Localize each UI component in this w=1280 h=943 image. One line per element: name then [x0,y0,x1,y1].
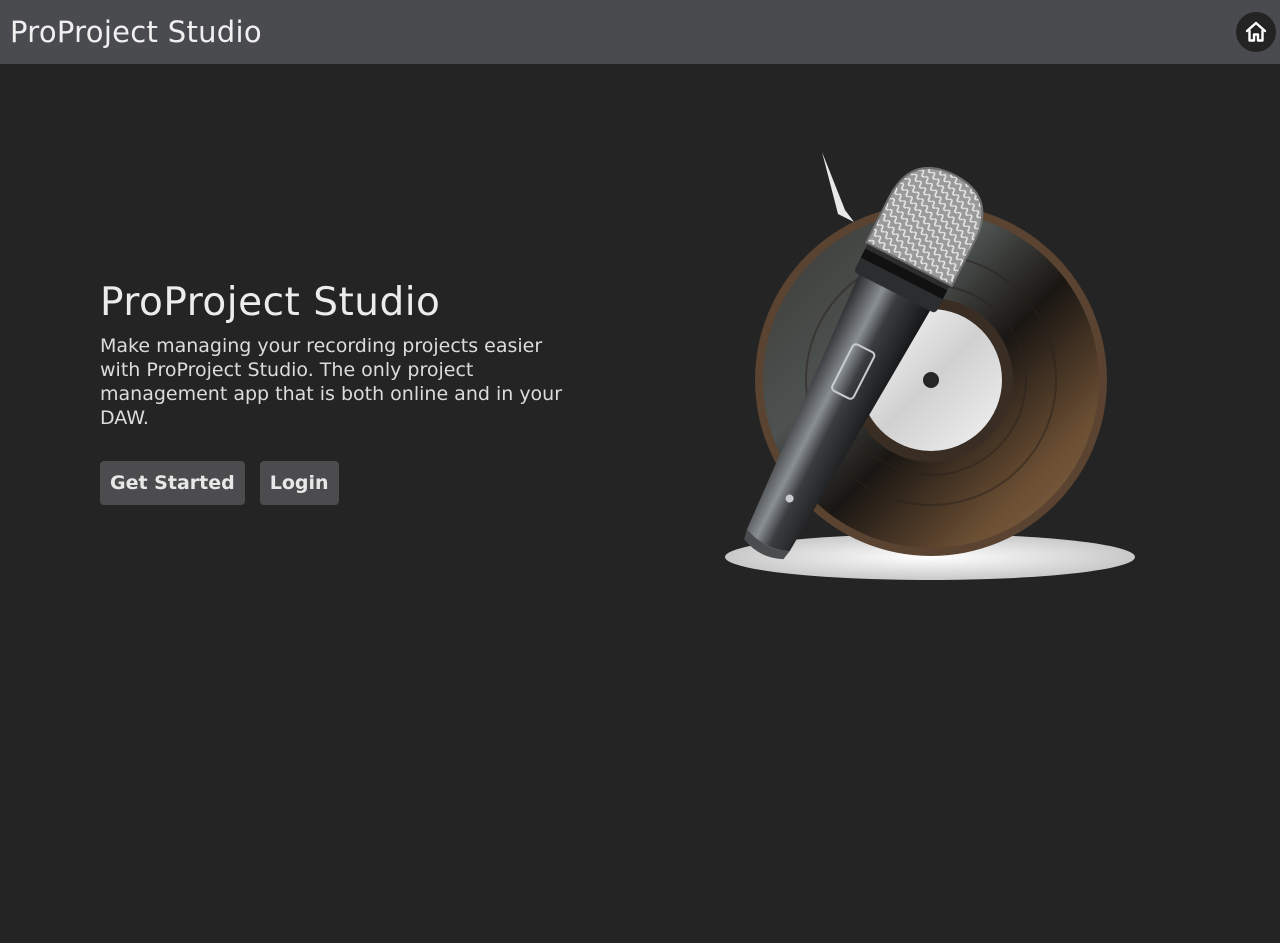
home-icon [1245,21,1267,42]
sparkle-icon [822,152,854,222]
microphone-vinyl-illustration [725,152,1135,580]
home-button[interactable] [1236,12,1276,52]
hero-description: Make managing your recording projects ea… [100,335,563,429]
hero-title: ProProject Studio [100,280,441,325]
hero-section: ProProject Studio Make managing your rec… [100,280,580,505]
app-title: ProProject Studio [10,15,262,49]
get-started-button[interactable]: Get Started [100,461,245,505]
login-button[interactable]: Login [259,461,339,505]
hero-actions: Get Started Login [100,461,580,505]
top-nav-bar: ProProject Studio [0,0,1280,64]
